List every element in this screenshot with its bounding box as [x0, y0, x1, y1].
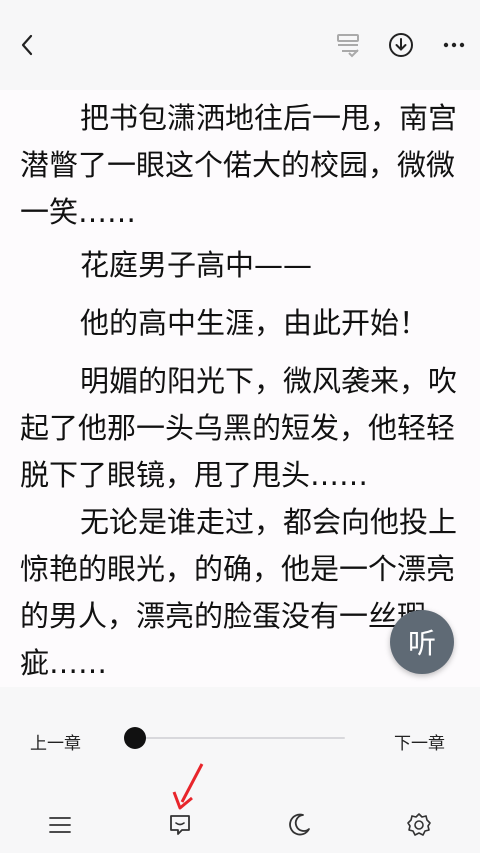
more-dots-icon [443, 42, 465, 48]
listen-button[interactable]: 听 [390, 610, 454, 674]
paragraph-4: 明媚的阳光下，微风袭来，吹起了他那一头乌黑的短发，他轻轻脱下了眼镜，甩了甩头…… [20, 364, 458, 492]
top-bar [0, 0, 480, 90]
bookshelf-button[interactable] [328, 25, 368, 65]
bookshelf-icon [337, 34, 359, 58]
download-button[interactable] [381, 25, 421, 65]
paragraph-3: 他的高中生涯，由此开始！ [80, 306, 429, 340]
listen-label: 听 [407, 627, 436, 660]
chapter-progress-slider[interactable] [135, 737, 345, 739]
back-arrow-icon [21, 34, 33, 56]
slider-thumb[interactable] [124, 727, 146, 749]
night-mode-button[interactable] [279, 805, 319, 845]
settings-button[interactable] [399, 805, 439, 845]
download-icon [389, 33, 413, 57]
menu-button[interactable] [40, 805, 80, 845]
paragraph-1: 把书包潇洒地往后一甩，南宫潜瞥了一眼这个偌大的校园，微微一笑…… [20, 101, 458, 229]
comment-icon [170, 815, 190, 835]
back-button[interactable] [8, 25, 48, 65]
settings-icon [407, 813, 431, 836]
next-chapter-button[interactable]: 下一章 [394, 729, 445, 754]
prev-chapter-button[interactable]: 上一章 [30, 729, 81, 754]
red-arrow-annotation-icon [172, 763, 204, 810]
paragraph-2: 花庭男子高中—— [80, 248, 313, 282]
bottom-toolbar: 上一章 下一章 [0, 687, 480, 853]
menu-icon [49, 817, 71, 833]
more-button[interactable] [434, 25, 474, 65]
night-mode-icon [289, 813, 310, 836]
reading-content: 把书包潇洒地往后一甩，南宫潜瞥了一眼这个偌大的校园，微微一笑…… 花庭男子高中—… [0, 90, 480, 687]
